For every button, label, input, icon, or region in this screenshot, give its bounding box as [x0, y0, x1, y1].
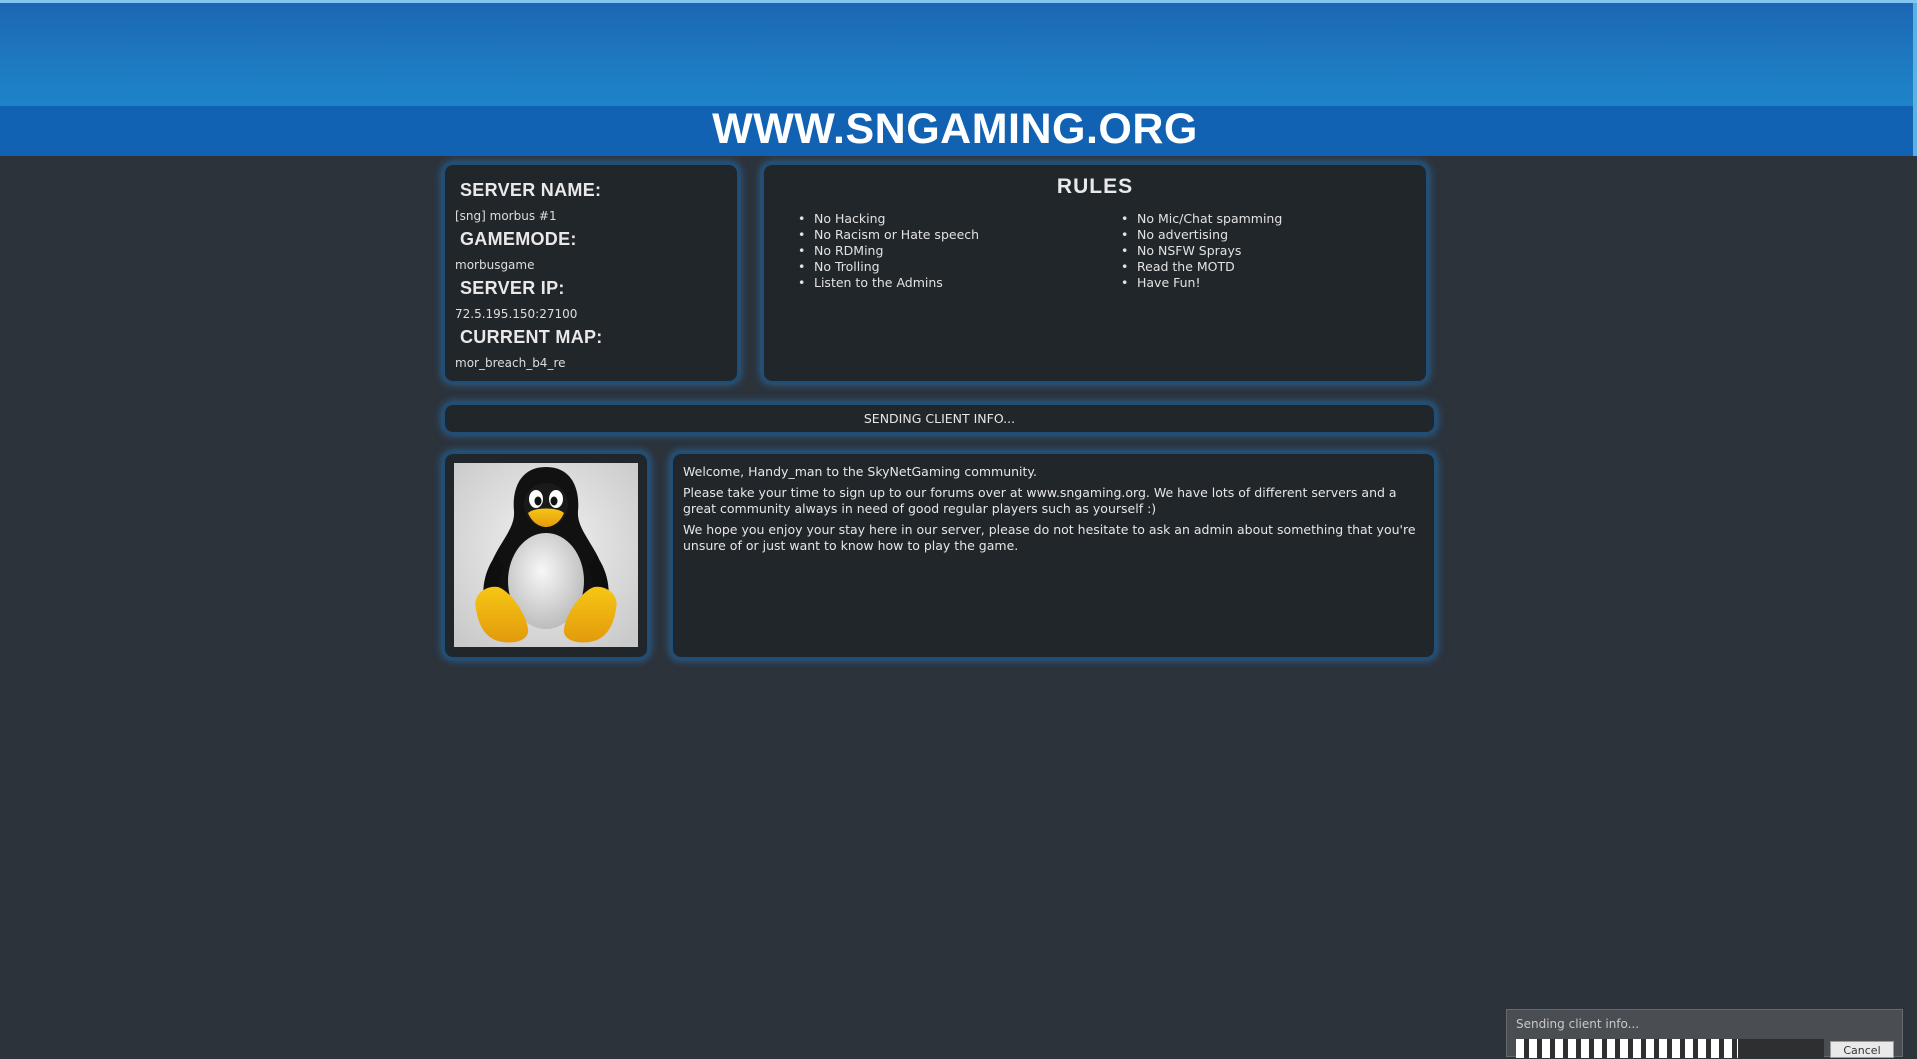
progress-bar — [1516, 1039, 1824, 1058]
server-ip-value: 72.5.195.150:27100 — [455, 307, 578, 321]
penguin-icon — [454, 463, 638, 647]
current-map-value: mor_breach_b4_re — [455, 356, 566, 370]
rule-item: No Hacking — [798, 211, 979, 227]
sending-info-dialog: Sending client info... Cancel — [1506, 1009, 1903, 1058]
rule-item: No Racism or Hate speech — [798, 227, 979, 243]
rule-item: Listen to the Admins — [798, 275, 979, 291]
cancel-button[interactable]: Cancel — [1830, 1041, 1894, 1058]
rule-item: Have Fun! — [1121, 275, 1282, 291]
site-title: WWW.SNGAMING.ORG — [712, 105, 1198, 153]
welcome-text: Please take your time to sign up to our … — [683, 485, 1397, 516]
site-header: WWW.SNGAMING.ORG — [0, 0, 1917, 156]
server-name-value: [sng] morbus #1 — [455, 209, 557, 223]
rules-list-left: No Hacking No Racism or Hate speech No R… — [798, 211, 979, 291]
welcome-text: We hope you enjoy your stay here in our … — [683, 522, 1416, 553]
server-name-label: SERVER NAME: — [460, 180, 602, 200]
rule-item: No Trolling — [798, 259, 979, 275]
motd-viewport: WWW.SNGAMING.ORG SERVER NAME: [sng] morb… — [0, 0, 1917, 1058]
rules-panel: RULES No Hacking No Racism or Hate speec… — [762, 163, 1428, 383]
current-map-label: CURRENT MAP: — [460, 327, 603, 347]
rule-item: No NSFW Sprays — [1121, 243, 1282, 259]
rules-list-right: No Mic/Chat spamming No advertising No N… — [1121, 211, 1282, 291]
welcome-panel: Welcome, Handy_man to the SkyNetGaming c… — [671, 452, 1436, 659]
rules-title: RULES — [1056, 175, 1134, 198]
welcome-text: Welcome, Handy_man to the SkyNetGaming c… — [683, 464, 1038, 479]
header-edge — [1913, 3, 1917, 156]
rule-item: No advertising — [1121, 227, 1282, 243]
server-info-panel: SERVER NAME: [sng] morbus #1 GAMEMODE: m… — [443, 163, 739, 383]
gamemode-label: GAMEMODE: — [460, 229, 577, 249]
avatar-panel — [443, 452, 649, 659]
status-bar: SENDING CLIENT INFO... — [443, 403, 1436, 434]
gamemode-value: morbusgame — [455, 258, 535, 272]
rule-item: Read the MOTD — [1121, 259, 1282, 275]
progress-fill — [1516, 1039, 1738, 1058]
dialog-status-text: Sending client info... — [1516, 1017, 1640, 1031]
rule-item: No Mic/Chat spamming — [1121, 211, 1282, 227]
server-ip-label: SERVER IP: — [460, 278, 565, 298]
rule-item: No RDMing — [798, 243, 979, 259]
